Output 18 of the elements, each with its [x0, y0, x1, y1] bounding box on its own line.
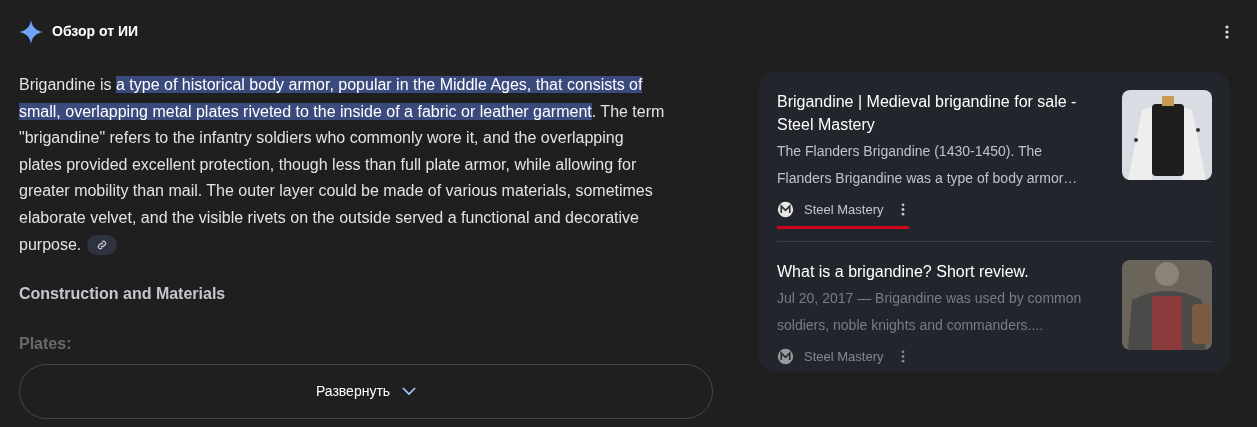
section-heading: Construction and Materials	[19, 284, 227, 305]
chevron-down-icon	[402, 387, 417, 397]
sparkle-icon	[19, 19, 43, 44]
site-logo-icon	[777, 347, 794, 365]
more-options-icon[interactable]	[1225, 24, 1229, 39]
section-title: Обзор от ИИ	[52, 22, 139, 41]
source-title[interactable]: What is a brigandine? Short review.	[777, 259, 1098, 283]
more-options-icon[interactable]	[901, 203, 906, 217]
link-chip[interactable]	[87, 235, 118, 256]
answer-paragraph: Brigandine is a type of historical body armor, popular in the Middle Ages, that consists of small, overlapping metal plates riveted to the inside of a fabric or leather garment. The term "brigandine" refers to the infantry soldiers who commonly wore it, and the overlapping plates provided excellent protection, though less than full plate armor, while allowing for greater mobility than mail. The outer layer could be made of various materials, sometimes elaborate velvet, and the visible rivets on the outside served a functional and decorative purpose.	[19, 72, 669, 259]
faded-subheading: Plates:	[19, 336, 73, 353]
site-logo-icon	[777, 201, 794, 219]
source-snippet: The Flanders Brigandine (1430-1450). The Flanders Brigandine was a type of body armor…	[777, 142, 1079, 188]
site-name: Steel Mastery	[804, 201, 884, 219]
source-snippet: Jul 20, 2017 — Brigandine was used by common soldiers, noble knights and commanders....	[777, 288, 1083, 335]
link-icon	[96, 239, 109, 252]
source-title[interactable]: Brigandine | Medieval brigandine for sale - Steel Mastery	[777, 90, 1098, 136]
site-name: Steel Mastery	[804, 347, 884, 366]
